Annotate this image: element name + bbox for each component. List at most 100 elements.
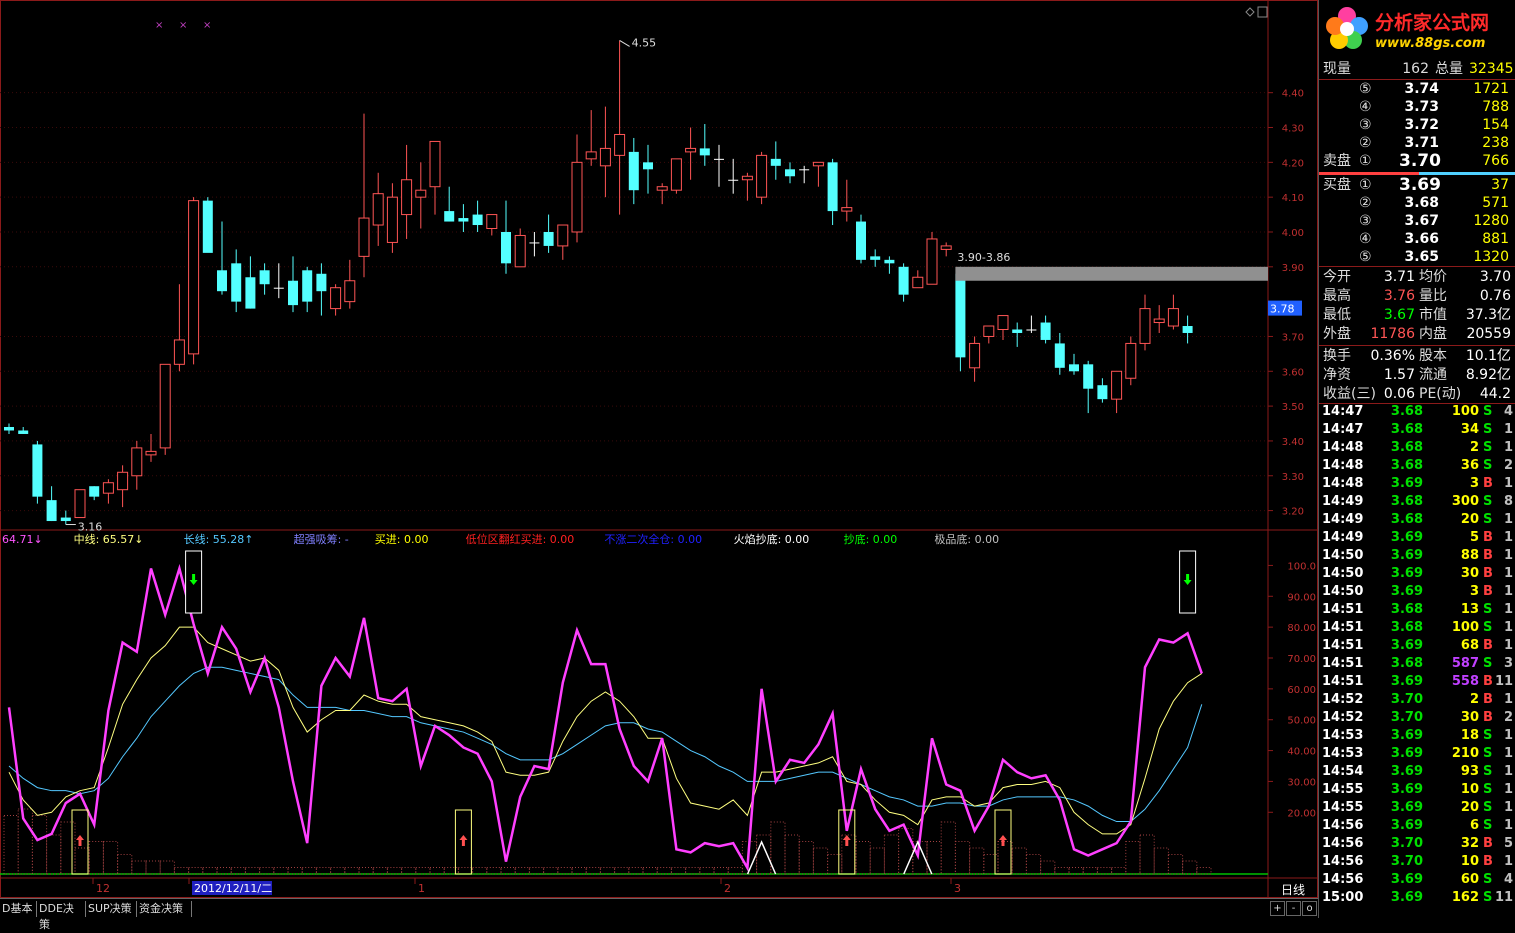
up-arrow-icon [842,835,851,846]
candle-body [273,287,284,289]
tick-count: 1 [1503,764,1513,779]
indicator-legend-item: 抄底: 0.00 [844,532,898,546]
chart-canvas[interactable]: 4.40 4.30 4.20 4.10 4.00 3.90 3.70 3.60 3.50 3.40… [0,0,1318,918]
tab-dde[interactable]: DDE决策 [37,901,86,931]
candle-body [1167,308,1179,327]
stat-label: 均价 [1419,269,1447,285]
tick-price: 3.69 [1390,530,1423,545]
tick-side: S [1483,602,1493,617]
tick-count: 1 [1503,530,1513,545]
total-volume-value: 32345 [1469,61,1514,77]
tick-row: 14:53 3.69 18 S 1 [1319,727,1515,745]
tick-row: 14:51 3.69 68 B 1 [1319,637,1515,655]
tick-volume: 587 [1451,656,1479,671]
buy-level-index: ① [1359,177,1372,193]
tick-time: 14:49 [1322,530,1364,545]
tick-side: B [1483,836,1493,851]
indicator-bar [883,834,900,875]
tick-time: 14:55 [1322,782,1364,797]
tab-basic[interactable]: D基本 [0,901,37,917]
indicator-bar [1040,860,1056,875]
candle-body [728,179,739,181]
tick-price: 3.68 [1390,512,1423,527]
tick-volume: 18 [1460,728,1479,743]
indicator-bar [656,867,672,875]
price-axis-label: 3.70 [1282,332,1304,343]
indicator-bar [628,867,644,875]
indicator-bar [46,834,62,875]
stat-row: 今开 3.71 均价 3.70 [1319,268,1515,286]
kline-chart-area[interactable]: 4.40 4.30 4.20 4.10 4.00 3.90 3.70 3.60 3.50 3.40… [0,0,1318,918]
buy-level-row: ⑤ 3.65 1320 [1319,248,1515,266]
indicator-bar [543,867,559,875]
indicator-legend-item: 中线: 65.57↓ [74,532,144,546]
indicator-legend-item: 64.71↓ [2,533,43,546]
tick-volume: 34 [1460,422,1479,437]
tick-row: 14:56 3.69 60 S 4 [1319,871,1515,889]
zoom-in-button[interactable]: + [1270,901,1285,916]
diamond-icon[interactable] [1245,7,1255,17]
candle-body [827,162,838,212]
tick-row: 14:52 3.70 30 B 2 [1319,709,1515,727]
tick-row: 15:00 3.69 162 S 11 [1319,889,1515,907]
tick-side: B [1483,710,1493,725]
indicator-bar [457,867,474,875]
sell-price: 3.72 [1404,117,1439,133]
tick-price: 3.69 [1390,674,1423,689]
tick-row: 14:51 3.68 587 S 3 [1319,655,1515,673]
tick-time: 14:55 [1322,800,1364,815]
tick-side: S [1483,746,1493,761]
long-line [8,666,1203,823]
indicator-bar [415,867,431,875]
indicator-bar [954,841,971,875]
tick-price: 3.69 [1390,476,1423,491]
candle-body [898,266,909,295]
tick-volume: 210 [1451,746,1479,761]
tick-count: 2 [1503,458,1513,473]
zoom-out-button[interactable]: - [1286,901,1301,916]
tick-time: 14:48 [1322,476,1364,491]
tick-time: 14:56 [1322,872,1364,887]
bottom-tab-bar: D基本 DDE决策 SUP决策 资金决策 [0,898,1318,931]
candle-body [102,482,114,494]
tab-capital[interactable]: 资金决策 [137,901,192,917]
date-label: 2 [724,882,731,895]
stat-value: 1.57 [1383,367,1415,383]
sell-price: 3.74 [1404,81,1439,97]
tick-side: S [1483,764,1493,779]
price-axis-label: 3.40 [1282,437,1304,448]
indicator-bar [1196,867,1212,875]
tick-time: 14:50 [1322,584,1364,599]
flower-logo-icon [1326,7,1368,49]
stat-value: 3.67 [1383,307,1415,323]
tick-row: 14:50 3.69 30 B 1 [1319,565,1515,583]
candle-body [131,447,143,477]
stat-value: 0.36% [1370,348,1415,364]
candle-body [870,256,881,260]
stat-label: 股本 [1419,348,1447,364]
indicator-axis-label: 30.00 [1287,777,1316,788]
indicator-bar [131,860,147,875]
indicator-bar [386,867,403,875]
tab-sup[interactable]: SUP决策 [86,901,137,917]
scroll-button[interactable]: o [1302,901,1317,916]
indicator-bar [557,867,573,875]
tick-side: B [1483,692,1493,707]
date-label: 12 [96,882,110,895]
indicator-bar [102,841,119,875]
tick-time: 14:51 [1322,602,1364,617]
tick-count: 1 [1503,746,1513,761]
tick-side: S [1483,728,1493,743]
indicator-bar [642,867,658,875]
window-restore-icon[interactable] [1257,6,1268,18]
candle-body [1125,342,1137,379]
candle-body [714,158,724,160]
candle-body [159,363,171,449]
tick-time: 14:48 [1322,458,1364,473]
tick-side: B [1483,674,1493,689]
indicator-bar [315,867,332,875]
indicator-axis-label: 40.00 [1287,747,1316,758]
tick-time: 14:47 [1322,422,1364,437]
tick-price: 3.69 [1390,728,1423,743]
tick-volume: 558 [1451,674,1479,689]
